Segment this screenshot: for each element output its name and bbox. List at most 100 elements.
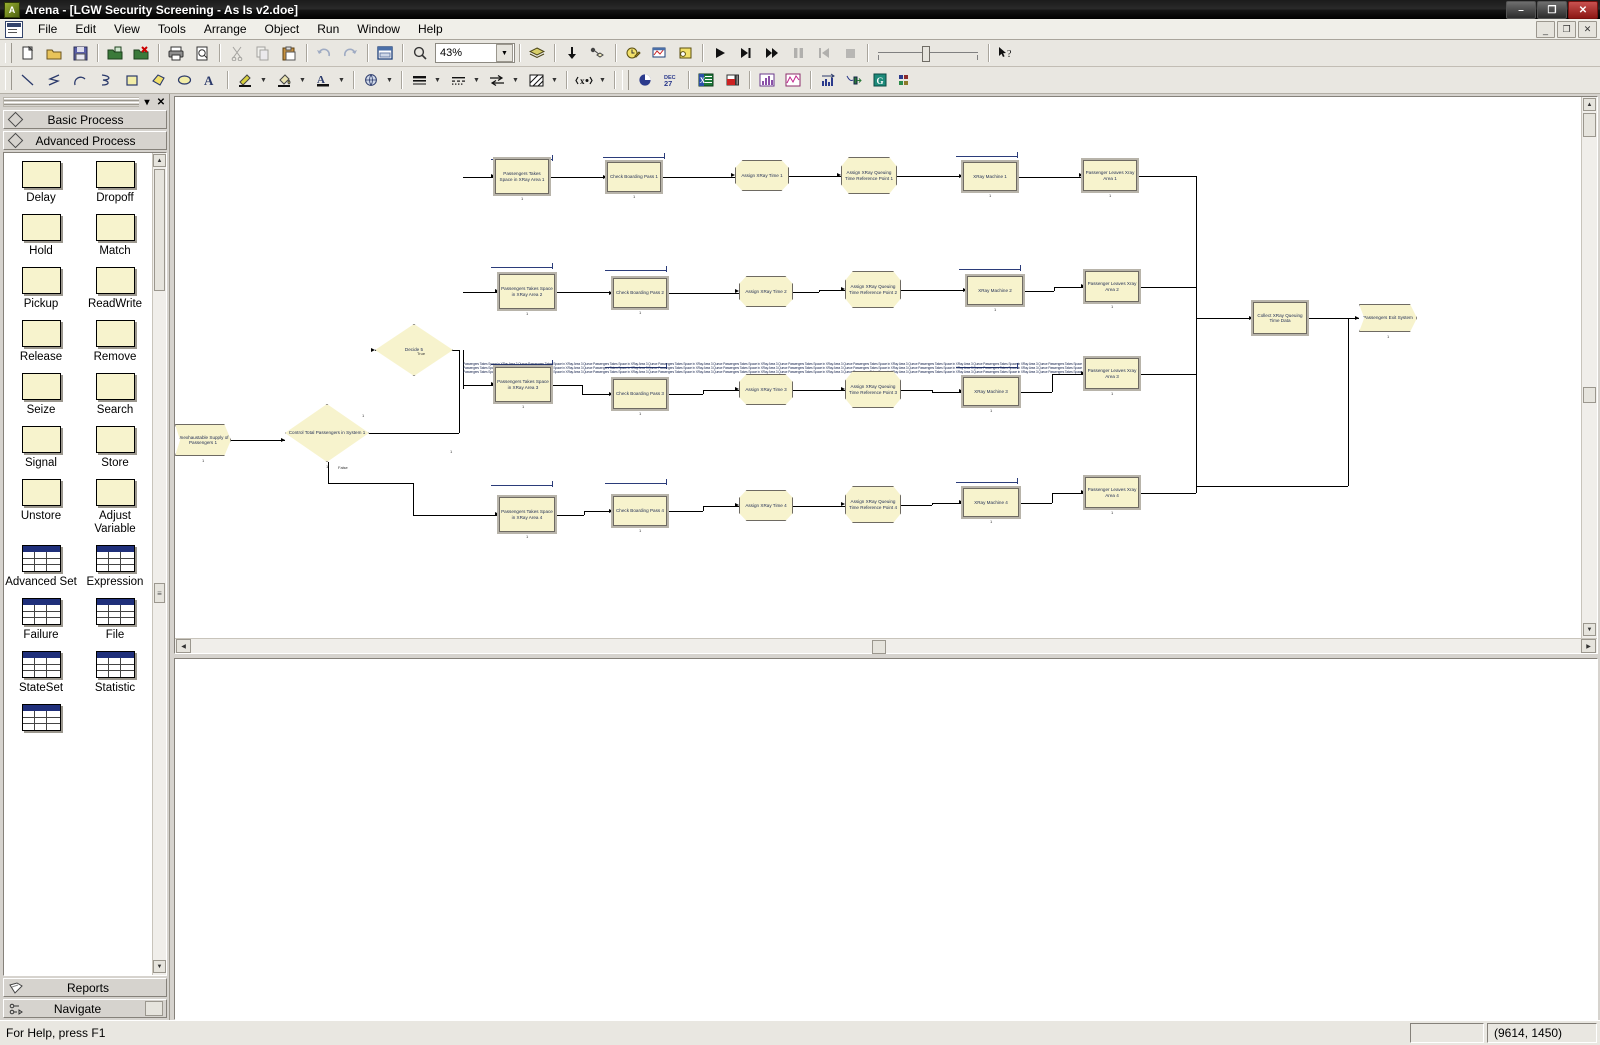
pie-clock-icon[interactable]	[633, 69, 657, 92]
model-node-time2[interactable]: Assign XRay Time 2	[739, 276, 793, 307]
global-g-icon[interactable]: G	[868, 69, 892, 92]
module-statistic[interactable]: Statistic	[78, 651, 152, 695]
navigate-button[interactable]: Navigate	[3, 999, 167, 1018]
chevron-down-icon[interactable]: ▼	[384, 70, 395, 91]
toolbar-grip[interactable]	[622, 70, 629, 90]
fast-forward-icon[interactable]	[760, 42, 784, 65]
module-seize[interactable]: Seize	[4, 373, 78, 417]
paint-bucket-icon[interactable]	[272, 69, 296, 92]
hscroll-track[interactable]	[192, 640, 1580, 654]
reports-button[interactable]: Reports	[3, 978, 167, 997]
scroll-down-icon[interactable]: ▼	[1583, 623, 1596, 636]
line-style-icon[interactable]	[446, 69, 470, 92]
navigate-panel-icon[interactable]	[145, 1001, 163, 1016]
line-icon[interactable]	[16, 69, 40, 92]
model-node-decide5[interactable]: Decide 5	[375, 324, 453, 376]
chevron-down-icon[interactable]: ▼	[510, 70, 521, 91]
module-expression[interactable]: Expression	[78, 545, 152, 589]
chevron-down-icon[interactable]: ▼	[336, 70, 347, 91]
open-folder-icon[interactable]	[42, 42, 66, 65]
report-pane[interactable]	[174, 658, 1598, 1020]
model-node-source[interactable]: Unexhaustable Supply of Passengers 1	[175, 424, 231, 456]
module-unstore[interactable]: Unstore	[4, 479, 78, 536]
chevron-down-icon[interactable]: ▾	[141, 97, 153, 108]
module-release[interactable]: Release	[4, 320, 78, 364]
menu-item-view[interactable]: View	[105, 20, 149, 38]
menu-item-tools[interactable]: Tools	[149, 20, 195, 38]
module-failure[interactable]: Failure	[4, 598, 78, 642]
chevron-down-icon[interactable]: ▼	[258, 70, 269, 91]
canvas-horizontal-scrollbar[interactable]: ◀ ▶	[175, 638, 1597, 654]
model-canvas[interactable]: Passengers Takes Space in XRay Area 3 Qu…	[175, 97, 1581, 638]
model-node-mach2[interactable]: XRay Machine 2	[965, 274, 1025, 307]
copy-icon[interactable]	[251, 42, 275, 65]
panel-header-advanced-process[interactable]: Advanced Process	[3, 131, 167, 150]
model-node-pass1[interactable]: Check Boarding Pass 1	[605, 160, 663, 194]
model-node-ref4[interactable]: Assign XRay Queuing Time Reference Point…	[845, 486, 901, 523]
fill-pattern-icon[interactable]	[524, 69, 548, 92]
chevron-down-icon[interactable]: ▼	[471, 70, 482, 91]
line-plot-icon[interactable]	[781, 69, 805, 92]
menu-item-window[interactable]: Window	[348, 20, 409, 38]
chevron-down-icon[interactable]: ▼	[549, 70, 560, 91]
model-node-mach1[interactable]: XRay Machine 1	[961, 160, 1019, 193]
menu-item-file[interactable]: File	[29, 20, 66, 38]
module-pickup[interactable]: Pickup	[4, 267, 78, 311]
shelf-scrollbar[interactable]: ▲ ≡ ▼	[152, 153, 166, 975]
module-file[interactable]: File	[78, 598, 152, 642]
polygon-icon[interactable]	[146, 69, 170, 92]
module-dropoff[interactable]: Dropoff	[78, 161, 152, 205]
step-back-icon[interactable]	[812, 42, 836, 65]
help-pointer-icon[interactable]: ?	[994, 42, 1018, 65]
variable-xy-icon[interactable]: x	[572, 69, 596, 92]
model-node-exit[interactable]: Passengers Exit System	[1359, 304, 1417, 332]
model-node-ref3[interactable]: Assign XRay Queuing Time Reference Point…	[845, 371, 901, 408]
menu-item-help[interactable]: Help	[409, 20, 452, 38]
speed-slider[interactable]	[878, 44, 978, 62]
project-bar-grip[interactable]	[3, 97, 139, 107]
model-node-time4[interactable]: Assign XRay Time 4	[739, 490, 793, 521]
bezier-icon[interactable]	[94, 69, 118, 92]
queue-flow-icon[interactable]	[842, 69, 866, 92]
model-node-pass3[interactable]: Check Boarding Pass 3	[611, 377, 669, 411]
module-search[interactable]: Search	[78, 373, 152, 417]
module-signal[interactable]: Signal	[4, 426, 78, 470]
font-color-icon[interactable]: A	[311, 69, 335, 92]
menu-item-arrange[interactable]: Arrange	[195, 20, 256, 38]
model-node-space2[interactable]: Passengers Takes Space in XRay Area 2	[497, 272, 557, 311]
panel-header-basic-process[interactable]: Basic Process	[3, 110, 167, 129]
undo-arrow-icon[interactable]	[312, 42, 336, 65]
model-node-space1[interactable]: Passengers Takes Space in XRay Area 1	[493, 157, 551, 196]
maximize-button[interactable]: ❐	[1537, 1, 1567, 19]
excel-grid-icon[interactable]: X	[694, 69, 718, 92]
mdi-restore-button[interactable]: ❐	[1557, 21, 1576, 38]
pause-icon[interactable]	[786, 42, 810, 65]
resource-blocks-icon[interactable]	[894, 69, 918, 92]
mdi-minimize-button[interactable]: _	[1536, 21, 1555, 38]
canvas-vertical-scrollbar[interactable]: ▲ ▼	[1581, 97, 1597, 638]
bar-stats-icon[interactable]	[816, 69, 840, 92]
minimize-button[interactable]: –	[1506, 1, 1536, 19]
model-node-control[interactable]: Control Total Passengers in System 1	[285, 404, 369, 462]
printer-icon[interactable]	[164, 42, 188, 65]
level-bar-icon[interactable]	[720, 69, 744, 92]
connect-nodes-icon[interactable]	[586, 42, 610, 65]
menu-item-edit[interactable]: Edit	[66, 20, 105, 38]
model-node-time1[interactable]: Assign XRay Time 1	[735, 160, 789, 191]
histogram-icon[interactable]	[755, 69, 779, 92]
chevron-down-icon[interactable]: ▼	[432, 70, 443, 91]
scrollbar-thumb[interactable]	[154, 169, 165, 291]
scissors-icon[interactable]	[225, 42, 249, 65]
redo-arrow-icon[interactable]	[338, 42, 362, 65]
print-preview-icon[interactable]	[190, 42, 214, 65]
model-node-collect[interactable]: Collect XRay Queuing Time Data	[1251, 300, 1309, 336]
down-arrow-icon[interactable]	[560, 42, 584, 65]
scrollbar-thumb[interactable]	[1583, 113, 1596, 137]
model-node-space4[interactable]: Passengers Takes Space in XRay Area 4	[497, 495, 557, 534]
chevron-down-icon[interactable]: ▼	[297, 70, 308, 91]
toolbar-grip[interactable]	[5, 70, 12, 90]
mdi-close-button[interactable]: ✕	[1578, 21, 1597, 38]
animate-plot-icon[interactable]	[647, 42, 671, 65]
scroll-down-icon[interactable]: ▼	[153, 960, 166, 973]
layers-icon[interactable]	[525, 42, 549, 65]
